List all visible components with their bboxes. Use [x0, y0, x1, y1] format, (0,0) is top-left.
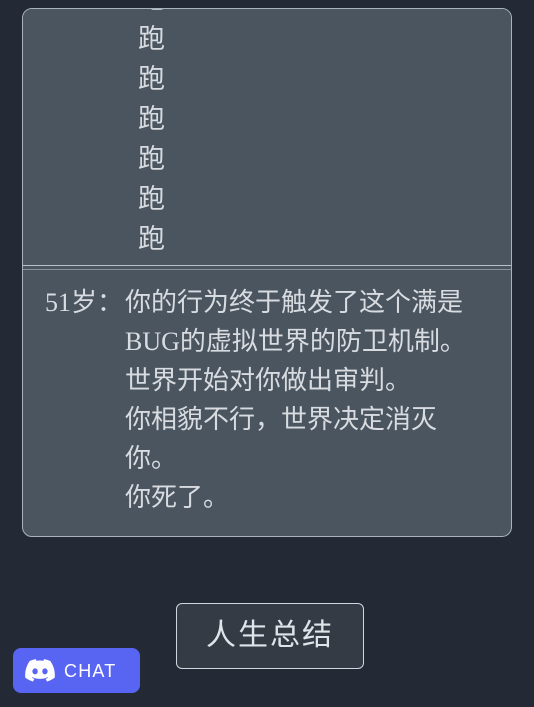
- app-root: 跑 跑 跑 跑 跑 跑 跑 51岁： 你的行为终于触发了这个满是 BUG的虚拟世…: [0, 0, 534, 707]
- discord-chat-button[interactable]: CHAT: [13, 648, 140, 693]
- log-line: 跑: [138, 224, 165, 254]
- log-history-region[interactable]: 跑 跑 跑 跑 跑 跑 跑: [23, 9, 511, 263]
- event-text-line: 你死了。: [125, 483, 230, 512]
- latest-event-region: 51岁： 你的行为终于触发了这个满是 BUG的虚拟世界的防卫机制。 世界开始对你…: [23, 271, 511, 536]
- log-section-divider: [23, 263, 511, 271]
- event-text-line: 你的行为终于触发了这个满是: [125, 288, 464, 317]
- log-line: 跑: [23, 9, 511, 19]
- event-text-line: 你。: [125, 444, 178, 473]
- log-line: 跑: [138, 104, 165, 134]
- log-line: 跑: [138, 144, 165, 174]
- log-history-lines: 跑 跑 跑 跑 跑 跑 跑: [23, 9, 511, 259]
- discord-chat-label: CHAT: [64, 660, 117, 681]
- event-text-line: 世界开始对你做出审判。: [125, 366, 412, 395]
- event-text-line: 你相貌不行，世界决定消灭: [125, 405, 438, 434]
- log-line: 跑: [138, 24, 165, 54]
- event-age-label: 51岁：: [44, 288, 123, 317]
- event-text-line: BUG的虚拟世界的防卫机制。: [125, 327, 466, 356]
- life-summary-button[interactable]: 人生总结: [176, 603, 364, 669]
- event-text: 你的行为终于触发了这个满是 BUG的虚拟世界的防卫机制。 世界开始对你做出审判。…: [125, 283, 501, 517]
- life-log-panel[interactable]: 跑 跑 跑 跑 跑 跑 跑 51岁： 你的行为终于触发了这个满是 BUG的虚拟世…: [22, 8, 512, 537]
- log-line: 跑: [138, 64, 165, 94]
- event-row: 51岁： 你的行为终于触发了这个满是 BUG的虚拟世界的防卫机制。 世界开始对你…: [33, 283, 501, 517]
- log-line: 跑: [138, 184, 165, 214]
- discord-icon: [25, 659, 55, 682]
